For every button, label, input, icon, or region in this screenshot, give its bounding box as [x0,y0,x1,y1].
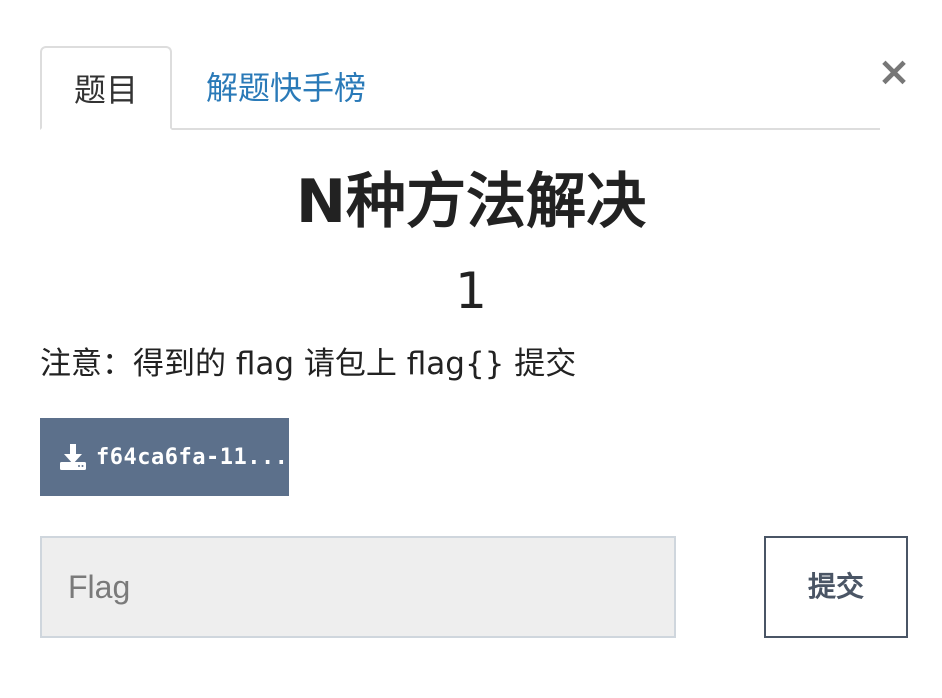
challenge-description: 注意：得到的 flag 请包上 flag{} 提交 [40,346,577,382]
tab-solves[interactable]: 解题快手榜 [172,46,366,130]
challenge-value: 1 [455,262,487,320]
file-download-button[interactable]: f64ca6fa-11... [40,418,289,496]
tab-challenge[interactable]: 题目 [40,46,172,130]
file-name: f64ca6fa-11... [96,444,289,470]
challenge-name: N种方法解决 [295,167,647,237]
download-icon [60,444,86,470]
challenge-tabs: 题目 解题快手榜 [40,46,880,130]
close-icon[interactable]: × [876,52,912,92]
flag-input[interactable] [40,536,676,638]
submit-button[interactable]: 提交 [764,536,908,638]
